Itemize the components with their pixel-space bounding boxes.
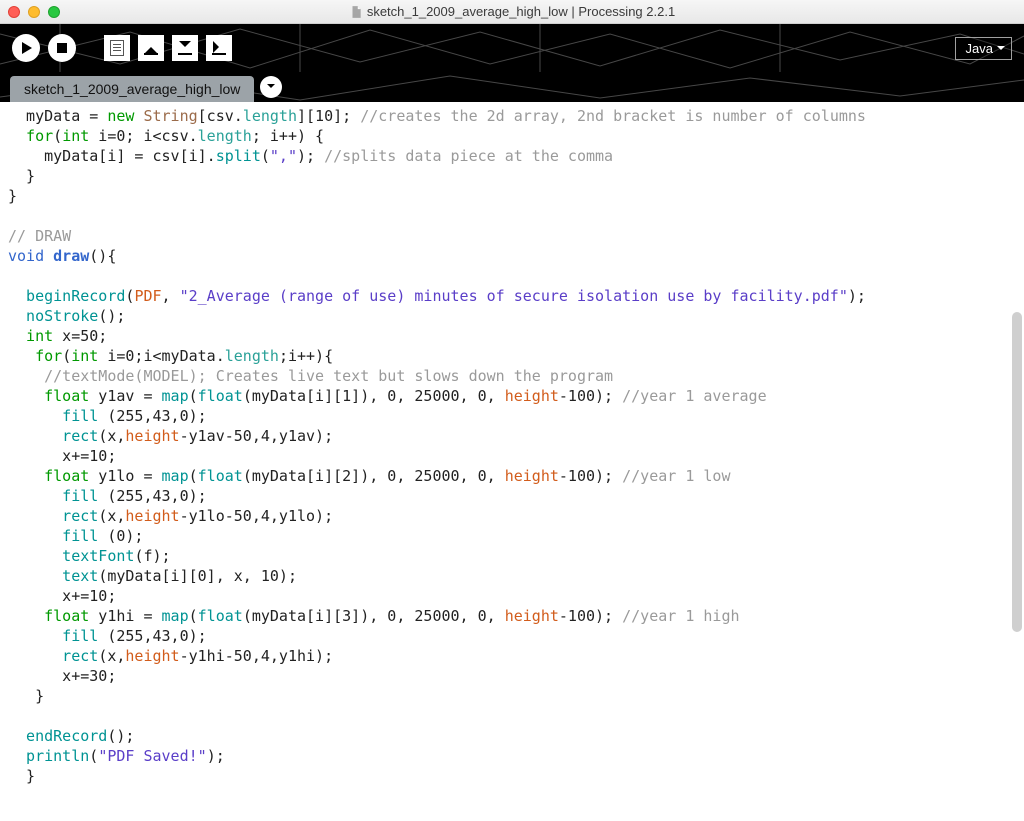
window-title: sketch_1_2009_average_high_low | Process… bbox=[0, 4, 1024, 19]
run-button[interactable] bbox=[12, 34, 40, 62]
stop-button[interactable] bbox=[48, 34, 76, 62]
tab-menu-button[interactable] bbox=[260, 76, 282, 98]
file-icon bbox=[349, 5, 363, 19]
titlebar: sketch_1_2009_average_high_low | Process… bbox=[0, 0, 1024, 24]
export-button[interactable] bbox=[206, 35, 232, 61]
open-icon bbox=[144, 41, 158, 55]
save-button[interactable] bbox=[172, 35, 198, 61]
open-button[interactable] bbox=[138, 35, 164, 61]
vertical-scrollbar[interactable] bbox=[1012, 312, 1022, 632]
tabbar: sketch_1_2009_average_high_low bbox=[0, 72, 1024, 102]
save-icon bbox=[178, 41, 192, 55]
tab-label: sketch_1_2009_average_high_low bbox=[24, 81, 240, 97]
export-icon bbox=[212, 41, 226, 55]
code-editor[interactable]: myData = new String[csv.length][10]; //c… bbox=[0, 102, 1024, 821]
mode-select[interactable]: Java bbox=[955, 37, 1012, 60]
chevron-down-icon bbox=[267, 84, 275, 92]
new-button[interactable] bbox=[104, 35, 130, 61]
toolbar: Java bbox=[0, 24, 1024, 72]
new-file-icon bbox=[110, 40, 124, 56]
stop-icon bbox=[57, 43, 67, 53]
play-icon bbox=[22, 42, 32, 54]
code-content[interactable]: myData = new String[csv.length][10]; //c… bbox=[0, 102, 1024, 806]
mode-label: Java bbox=[966, 41, 993, 56]
window-title-text: sketch_1_2009_average_high_low | Process… bbox=[367, 4, 675, 19]
tab-active[interactable]: sketch_1_2009_average_high_low bbox=[10, 76, 254, 102]
